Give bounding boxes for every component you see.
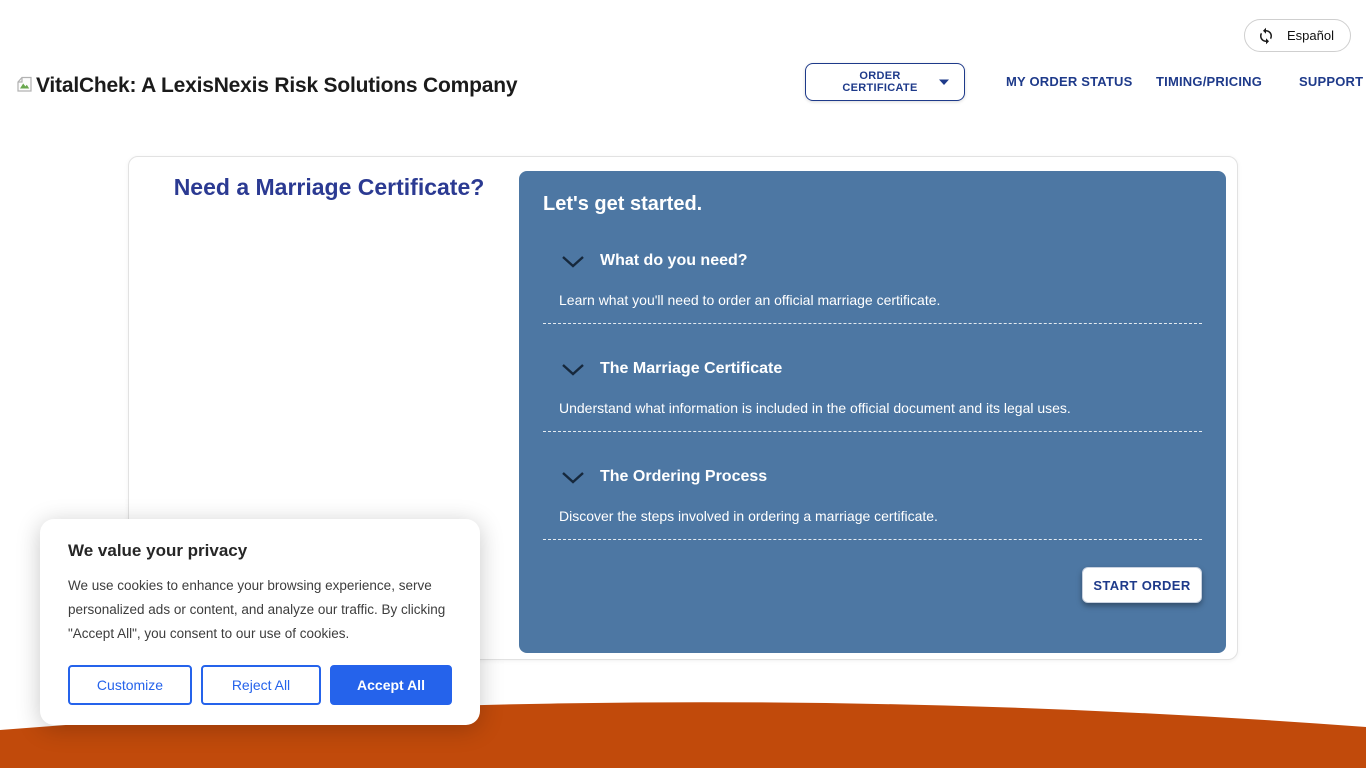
accordion-ordering-process[interactable]: The Ordering Process (561, 468, 1202, 486)
cookie-dialog-body: We use cookies to enhance your browsing … (68, 574, 450, 646)
broken-image-icon (15, 76, 34, 98)
nav-my-order-status[interactable]: MY ORDER STATUS (1006, 74, 1133, 89)
language-toggle-button[interactable]: Español (1244, 19, 1351, 52)
start-order-button[interactable]: START ORDER (1082, 567, 1202, 603)
accordion-description: Learn what you'll need to order an offic… (559, 292, 1202, 308)
accept-all-button[interactable]: Accept All (330, 665, 452, 705)
accordion-what-do-you-need[interactable]: What do you need? (561, 252, 1202, 270)
divider (543, 431, 1202, 432)
order-certificate-label: ORDER CERTIFICATE (822, 70, 938, 94)
vitalchek-logo[interactable]: VitalChek: A LexisNexis Risk Solutions C… (15, 74, 517, 98)
panel-title: Let's get started. (543, 193, 1202, 216)
accordion-title: What do you need? (600, 252, 748, 270)
chevron-down-icon (561, 255, 585, 268)
chevron-down-icon (561, 363, 585, 376)
order-certificate-dropdown[interactable]: ORDER CERTIFICATE (805, 63, 965, 101)
caret-down-icon (938, 78, 950, 86)
nav-support[interactable]: SUPPORT (1299, 74, 1363, 89)
accordion-title: The Marriage Certificate (600, 360, 782, 378)
cookie-consent-dialog: We value your privacy We use cookies to … (40, 519, 480, 725)
page: VitalChek: A LexisNexis Risk Solutions C… (0, 0, 1366, 768)
reject-all-button[interactable]: Reject All (201, 665, 321, 705)
divider (543, 539, 1202, 540)
refresh-sync-icon (1257, 27, 1275, 45)
cookie-actions: Customize Reject All Accept All (68, 665, 452, 705)
get-started-panel: Let's get started. What do you need? Lea… (519, 171, 1226, 653)
accordion-marriage-certificate[interactable]: The Marriage Certificate (561, 360, 1202, 378)
logo-alt-text: VitalChek: A LexisNexis Risk Solutions C… (36, 74, 517, 98)
chevron-down-icon (561, 471, 585, 484)
accordion-description: Discover the steps involved in ordering … (559, 508, 1202, 524)
customize-button[interactable]: Customize (68, 665, 192, 705)
divider (543, 323, 1202, 324)
nav-timing-pricing[interactable]: TIMING/PRICING (1156, 74, 1262, 89)
cookie-dialog-title: We value your privacy (68, 541, 452, 561)
language-label: Español (1287, 28, 1334, 43)
accordion-title: The Ordering Process (600, 468, 767, 486)
accordion-description: Understand what information is included … (559, 400, 1202, 416)
page-title: Need a Marriage Certificate? (139, 174, 519, 201)
